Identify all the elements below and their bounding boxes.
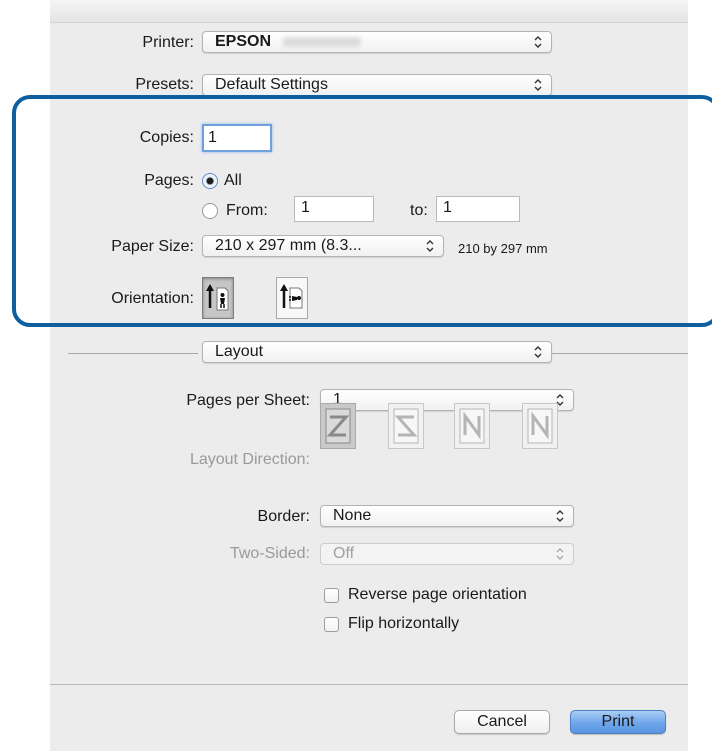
flip-horizontally-checkbox[interactable] (324, 617, 339, 632)
layout-z-icon (325, 408, 351, 444)
print-dialog: Printer: EPSON Presets: Default Settings… (50, 0, 688, 751)
dialog-title-strip (50, 0, 688, 23)
reverse-orientation-checkbox[interactable] (324, 588, 339, 603)
pages-to-input[interactable]: 1 (436, 196, 520, 222)
two-sided-popup[interactable]: Off (320, 543, 574, 565)
cancel-button[interactable]: Cancel (454, 710, 550, 734)
printer-value: EPSON (215, 33, 272, 50)
landscape-icon (280, 284, 303, 309)
layout-s-icon (393, 408, 419, 444)
paper-size-label: Paper Size: (111, 238, 194, 255)
orientation-label: Orientation: (111, 290, 194, 307)
layout-direction-label: Layout Direction: (189, 451, 310, 468)
layout-direction-n-reverse-button[interactable] (454, 403, 490, 449)
presets-popup[interactable]: Default Settings (202, 74, 552, 96)
pages-from-label: From: (226, 202, 268, 219)
landscape-orientation-button[interactable] (276, 277, 308, 319)
pages-from-radio[interactable] (202, 203, 218, 219)
pages-per-sheet-label: Pages per Sheet: (186, 392, 310, 409)
print-button[interactable]: Print (570, 710, 666, 734)
pages-all-radio[interactable] (202, 173, 218, 189)
border-label: Border: (257, 508, 310, 525)
chevron-updown-icon (555, 509, 565, 523)
presets-label: Presets: (135, 76, 194, 93)
chevron-updown-icon (533, 345, 543, 359)
pages-all-label: All (224, 172, 242, 189)
two-sided-value: Off (333, 545, 355, 562)
layout-direction-s-button[interactable] (388, 403, 424, 449)
section-separator-right (552, 353, 688, 354)
layout-direction-z-button[interactable] (320, 403, 356, 449)
section-value: Layout (215, 343, 264, 360)
layout-direction-n-button[interactable] (522, 403, 558, 449)
reverse-orientation-label: Reverse page orientation (348, 586, 527, 603)
footer-separator (50, 684, 688, 685)
border-value: None (333, 507, 372, 524)
printer-model-redacted (283, 37, 361, 47)
paper-size-popup[interactable]: 210 x 297 mm (8.3... (202, 235, 444, 257)
border-popup[interactable]: None (320, 505, 574, 527)
flip-horizontally-label: Flip horizontally (348, 615, 460, 632)
section-popup[interactable]: Layout (202, 341, 552, 363)
section-separator-left (68, 353, 198, 354)
two-sided-label: Two-Sided: (229, 545, 310, 562)
printer-label: Printer: (142, 34, 194, 51)
pages-from-input[interactable]: 1 (294, 196, 374, 222)
copies-input[interactable]: 1 (202, 124, 272, 152)
portrait-orientation-button[interactable] (202, 277, 234, 319)
chevron-updown-icon (533, 78, 543, 92)
chevron-updown-icon (533, 35, 543, 49)
layout-n-reverse-icon (459, 408, 485, 444)
pages-label: Pages: (144, 172, 194, 189)
presets-value: Default Settings (215, 76, 328, 93)
paper-size-value: 210 x 297 mm (8.3... (215, 237, 362, 254)
chevron-updown-icon (555, 547, 565, 561)
paper-size-info: 210 by 297 mm (458, 241, 548, 256)
portrait-icon (206, 284, 229, 311)
copies-label: Copies: (139, 129, 194, 146)
pages-to-label: to: (410, 202, 428, 219)
chevron-updown-icon (425, 239, 435, 253)
layout-n-icon (527, 408, 553, 444)
printer-popup[interactable]: EPSON (202, 31, 552, 53)
